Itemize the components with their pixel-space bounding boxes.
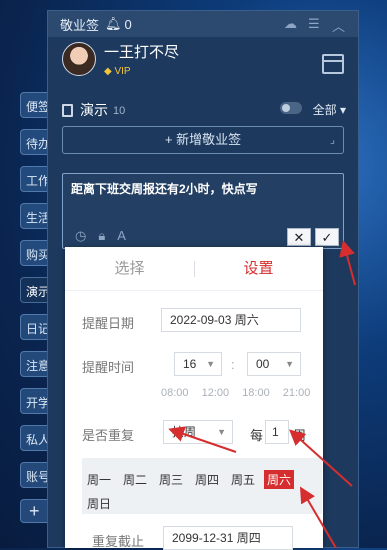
every-value-input[interactable]: 1 [265,420,289,444]
add-category-button[interactable]: + [20,499,50,523]
view-toggle[interactable] [280,102,302,114]
list-title: 演示 [80,102,108,118]
bell-icon[interactable]: 🔔︎ [105,16,122,32]
user-name: 一王打不尽 [104,44,180,61]
time-preset[interactable]: 08:00 [161,387,189,399]
date-input[interactable]: 2022-09-03 周六 [161,308,301,332]
vip-badge: ◆ VIP [104,66,131,77]
repeat-until-input[interactable]: 2099-12-31 周四 [163,526,293,550]
note-icon [62,103,73,117]
cancel-button[interactable]: ✕ [287,228,311,246]
confirm-button[interactable]: ✓ [315,228,339,246]
add-note-button[interactable]: + 新增敬业签 ⌟ [62,126,344,154]
list-count: 10 [113,105,126,117]
underline-text-icon[interactable]: A [117,228,126,244]
every-unit: 周 [293,428,307,443]
category-tab[interactable]: 生活 [20,203,50,229]
profile: 一王打不尽 ◆ VIP [62,41,179,77]
time-separator: : [231,357,235,372]
time-preset[interactable]: 21:00 [283,387,311,399]
every-prefix: 每 [250,428,264,443]
reminder-clock-icon[interactable]: ◷ [75,228,86,244]
weekday-sat-selected[interactable]: 周六 [264,470,295,489]
time-preset[interactable]: 12:00 [202,387,230,399]
category-tab[interactable]: 私人 [20,425,50,451]
filter-dropdown[interactable]: 全部 ▾ [313,101,346,118]
lock-icon[interactable]: 🔒︎ [98,228,105,244]
category-tab[interactable]: 注意 [20,351,50,377]
app-title: 敬业签 [60,17,100,33]
weekday-thu[interactable]: 周四 [195,471,219,488]
category-tab-active[interactable]: 演示 [20,277,50,303]
category-tab[interactable]: 待办 [20,129,50,155]
weekday-sun[interactable]: 周日 [87,495,111,512]
expand-icon[interactable]: ⌟ [330,127,335,153]
note-text[interactable]: 距离下班交周报还有2小时，快点写 [63,174,343,203]
tab-select[interactable]: 选择 [65,247,194,290]
date-label: 提醒日期 [82,316,135,331]
time-preset[interactable]: 18:00 [242,387,270,399]
minute-select[interactable]: 00 ▼ [247,352,301,376]
cloud-sync-icon[interactable]: ☁ [284,16,297,32]
category-tabs: 便签 待办 工作 生活 购买 演示 日记 注意 开学 私人 账号 + [20,92,50,534]
time-presets: 08:00 12:00 18:00 21:00 [161,387,316,399]
calendar-icon[interactable] [322,54,344,74]
chevron-down-icon: ▼ [217,427,226,437]
repeat-label: 是否重复 [82,428,135,443]
menu-icon[interactable]: ☰ [308,16,320,32]
category-tab[interactable]: 日记 [20,314,50,340]
popup-tabs: 选择 设置 [65,247,323,291]
repeat-until-label: 重复截止 [92,534,145,549]
collapse-icon[interactable]: ︿ [332,16,345,35]
hour-select[interactable]: 16 ▼ [174,352,222,376]
tab-settings[interactable]: 设置 [194,247,323,290]
weekday-wed[interactable]: 周三 [159,471,183,488]
category-tab[interactable]: 账号 [20,462,50,488]
avatar[interactable] [62,42,96,76]
weekday-tue[interactable]: 周二 [123,471,147,488]
reminder-popup: 选择 设置 提醒日期 2022-09-03 周六 提醒时间 16 ▼ : 00 ▼ … [65,247,323,550]
notification-count: 0 [124,16,132,32]
weekday-picker: 周一 周二 周三 周四 周五 周六 周日 [82,458,322,514]
diamond-icon: ◆ [104,66,112,77]
list-header: 演示 10 全部 ▾ [62,101,346,119]
chevron-down-icon: ▼ [206,359,215,369]
note-editor[interactable]: 距离下班交周报还有2小时，快点写 ◷ 🔒︎ A ✕ ✓ [62,173,344,249]
editor-toolbar: ◷ 🔒︎ A [75,228,126,244]
category-tab[interactable]: 购买 [20,240,50,266]
category-tab[interactable]: 工作 [20,166,50,192]
category-tab[interactable]: 开学 [20,388,50,414]
title-bar: 敬业签 🔔︎ 0 ☁ ☰ ︿ [48,11,358,37]
repeat-select[interactable]: 按周 ▼ [163,420,233,444]
weekday-fri[interactable]: 周五 [231,471,255,488]
weekday-mon[interactable]: 周一 [87,471,111,488]
chevron-down-icon: ▼ [285,359,294,369]
time-label: 提醒时间 [82,360,135,375]
category-tab[interactable]: 便签 [20,92,50,118]
